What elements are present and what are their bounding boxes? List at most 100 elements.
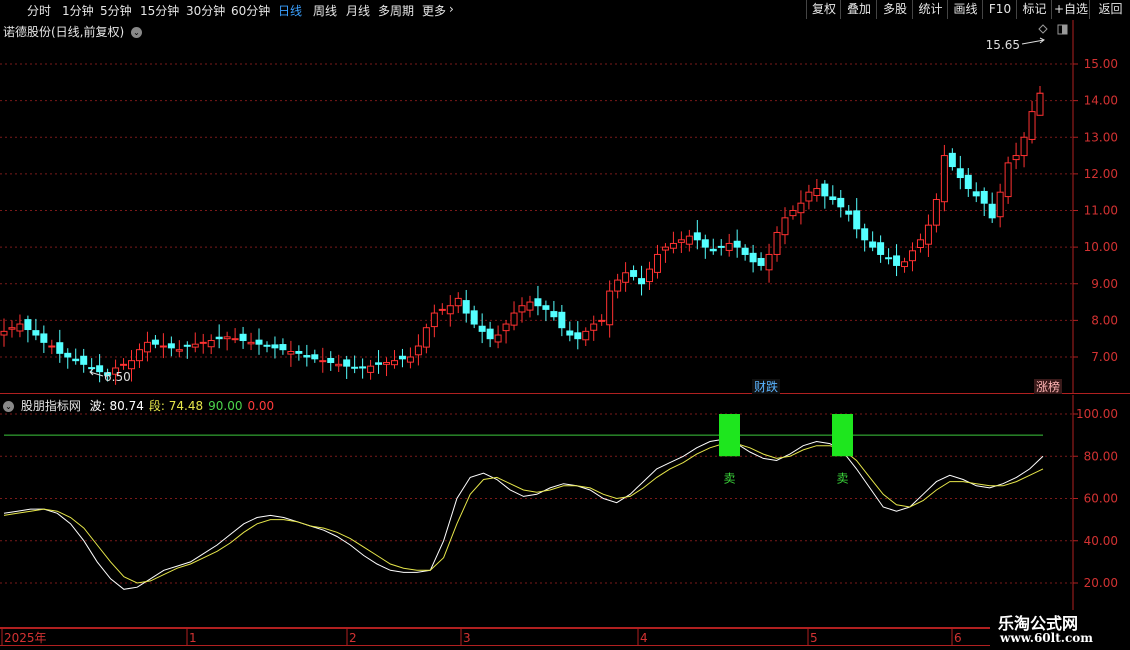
toolbar-button-5[interactable]: F10 — [982, 0, 1017, 19]
y-tick-label: 13.00 — [1084, 130, 1118, 144]
period-tab-8[interactable]: 月线 — [346, 2, 370, 19]
y-tick-label: 60.00 — [1084, 492, 1118, 506]
period-tab-9[interactable]: 多周期 — [378, 2, 414, 19]
candle-body — [510, 312, 518, 326]
toolbar-button-7[interactable]: +自选 — [1051, 0, 1090, 19]
period-tab-3[interactable]: 15分钟 — [140, 2, 179, 19]
candle-body — [271, 344, 279, 349]
candle-body — [303, 355, 311, 358]
period-tab-10[interactable]: 更多 — [422, 2, 446, 19]
candlestick-chart[interactable]: 7.00 8.00 9.00 10.00 11.00 12.00 13.00 14.00 15.… — [0, 20, 1130, 394]
candle-body — [526, 301, 534, 311]
watermark-url: www.60lt.com — [1000, 631, 1093, 645]
candle-body — [861, 228, 869, 241]
candle-body — [367, 365, 375, 373]
sell-signal-block — [719, 414, 740, 457]
candle-body — [56, 342, 64, 354]
candle-body — [837, 197, 845, 208]
candle-body — [1020, 136, 1028, 157]
candle-body — [717, 245, 725, 248]
candle-body — [398, 355, 406, 360]
candle-body — [319, 360, 327, 363]
candle-body — [797, 202, 805, 214]
period-tab-5[interactable]: 60分钟 — [231, 2, 270, 19]
candle-body — [693, 232, 701, 241]
candle-body — [669, 242, 677, 249]
candle-body — [558, 311, 566, 329]
candle-body — [765, 253, 773, 271]
candle-body — [685, 235, 693, 245]
candle-body — [741, 247, 749, 255]
candle-body — [494, 334, 502, 343]
chevron-down-icon[interactable]: ⌄ — [131, 27, 143, 38]
chevron-right-icon[interactable]: › — [449, 2, 454, 16]
candle-body — [733, 240, 741, 248]
candle-body — [829, 196, 837, 201]
candle-body — [88, 367, 96, 370]
candle-body — [191, 343, 199, 348]
main-chart-bg — [0, 20, 1130, 394]
toolbar-button-1[interactable]: 叠加 — [840, 0, 877, 19]
y-tick-label: 20.00 — [1084, 576, 1118, 590]
x-tick-label: 4 — [640, 631, 648, 645]
candle-body — [701, 239, 709, 248]
candle-body — [359, 366, 367, 369]
period-tab-1[interactable]: 1分钟 — [62, 2, 94, 19]
candle-body — [542, 305, 550, 310]
candle-body — [295, 351, 303, 354]
candle-body — [972, 191, 980, 197]
candle-body — [343, 359, 351, 367]
sell-signal-label: 卖 — [836, 471, 848, 485]
period-tab-4[interactable]: 30分钟 — [186, 2, 225, 19]
toolbar-button-6[interactable]: 标记 — [1016, 0, 1052, 19]
candle-body — [781, 217, 789, 236]
candle-body — [901, 261, 909, 268]
candle-body — [279, 344, 287, 351]
candle-body — [1012, 155, 1020, 161]
candle-body — [582, 330, 590, 341]
candle-body — [853, 210, 861, 230]
candle-body — [175, 349, 183, 352]
candle-body — [486, 328, 494, 340]
watermark-logo: 乐淘公式网 www.60lt.com — [990, 610, 1130, 650]
candle-body — [598, 319, 606, 322]
candle-body — [614, 279, 622, 292]
event-marker-finance: 财跌 — [754, 379, 778, 394]
candle-body — [916, 239, 924, 248]
toolbar-button-3[interactable]: 统计 — [912, 0, 948, 19]
period-tab-2[interactable]: 5分钟 — [100, 2, 132, 19]
candle-body — [773, 231, 781, 255]
candle-body — [335, 363, 343, 367]
y-tick-label: 14.00 — [1084, 94, 1118, 108]
candle-body — [287, 351, 295, 355]
indicator-value-1: 段: 74.48 — [148, 399, 204, 413]
candle-body — [924, 224, 932, 245]
indicator-value-0: 波: 80.74 — [89, 399, 144, 413]
candle-body — [96, 365, 104, 373]
candle-body — [518, 305, 526, 313]
candle-body — [1028, 111, 1036, 140]
candle-body — [964, 174, 972, 190]
candle-body — [48, 345, 56, 348]
y-tick-label: 40.00 — [1084, 534, 1118, 548]
candle-body — [893, 255, 901, 266]
toolbar-button-4[interactable]: 画线 — [947, 0, 983, 19]
toolbar-button-2[interactable]: 多股 — [876, 0, 913, 19]
low-price-label: 6.50 — [104, 370, 131, 384]
x-tick-label: 6 — [954, 631, 962, 645]
candle-body — [383, 361, 391, 365]
period-tab-6[interactable]: 日线 — [278, 2, 302, 19]
y-tick-label: 11.00 — [1084, 204, 1118, 218]
period-tab-0[interactable]: 分时 — [27, 2, 51, 19]
candle-body — [16, 323, 24, 332]
toolbar-button-8[interactable]: 返回 — [1089, 0, 1130, 19]
candle-body — [446, 305, 454, 315]
candle-body — [638, 278, 646, 285]
period-tab-7[interactable]: 周线 — [313, 2, 337, 19]
toolbar-button-0[interactable]: 复权 — [806, 0, 841, 19]
indicator-chart[interactable]: 20.00 40.00 60.00 80.00 100.00 卖 卖 — [0, 395, 1130, 630]
chevron-down-icon[interactable]: ⌄ — [3, 401, 14, 412]
candle-body — [590, 323, 598, 331]
candle-body — [0, 330, 8, 336]
stock-title-row[interactable]: 诺德股份(日线,前复权) ⌄ — [3, 23, 143, 40]
